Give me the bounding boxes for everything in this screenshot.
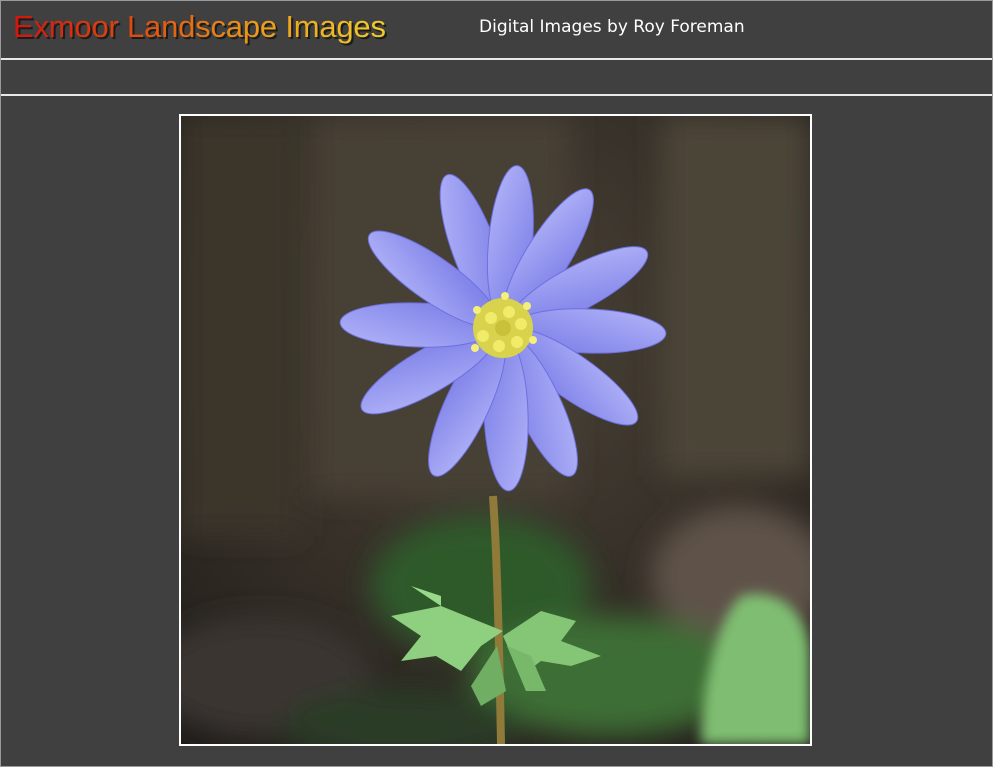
nav-divider: [1, 94, 992, 96]
site-title[interactable]: Exmoor Landscape Images: [13, 9, 386, 45]
nav-bar: [1, 60, 992, 94]
site-header: Exmoor Landscape Images Exmoor Landscape…: [1, 1, 992, 58]
site-tagline: Digital Images by Roy Foreman: [479, 17, 745, 37]
main-photo: [179, 114, 812, 746]
flower-photo: [181, 116, 810, 744]
